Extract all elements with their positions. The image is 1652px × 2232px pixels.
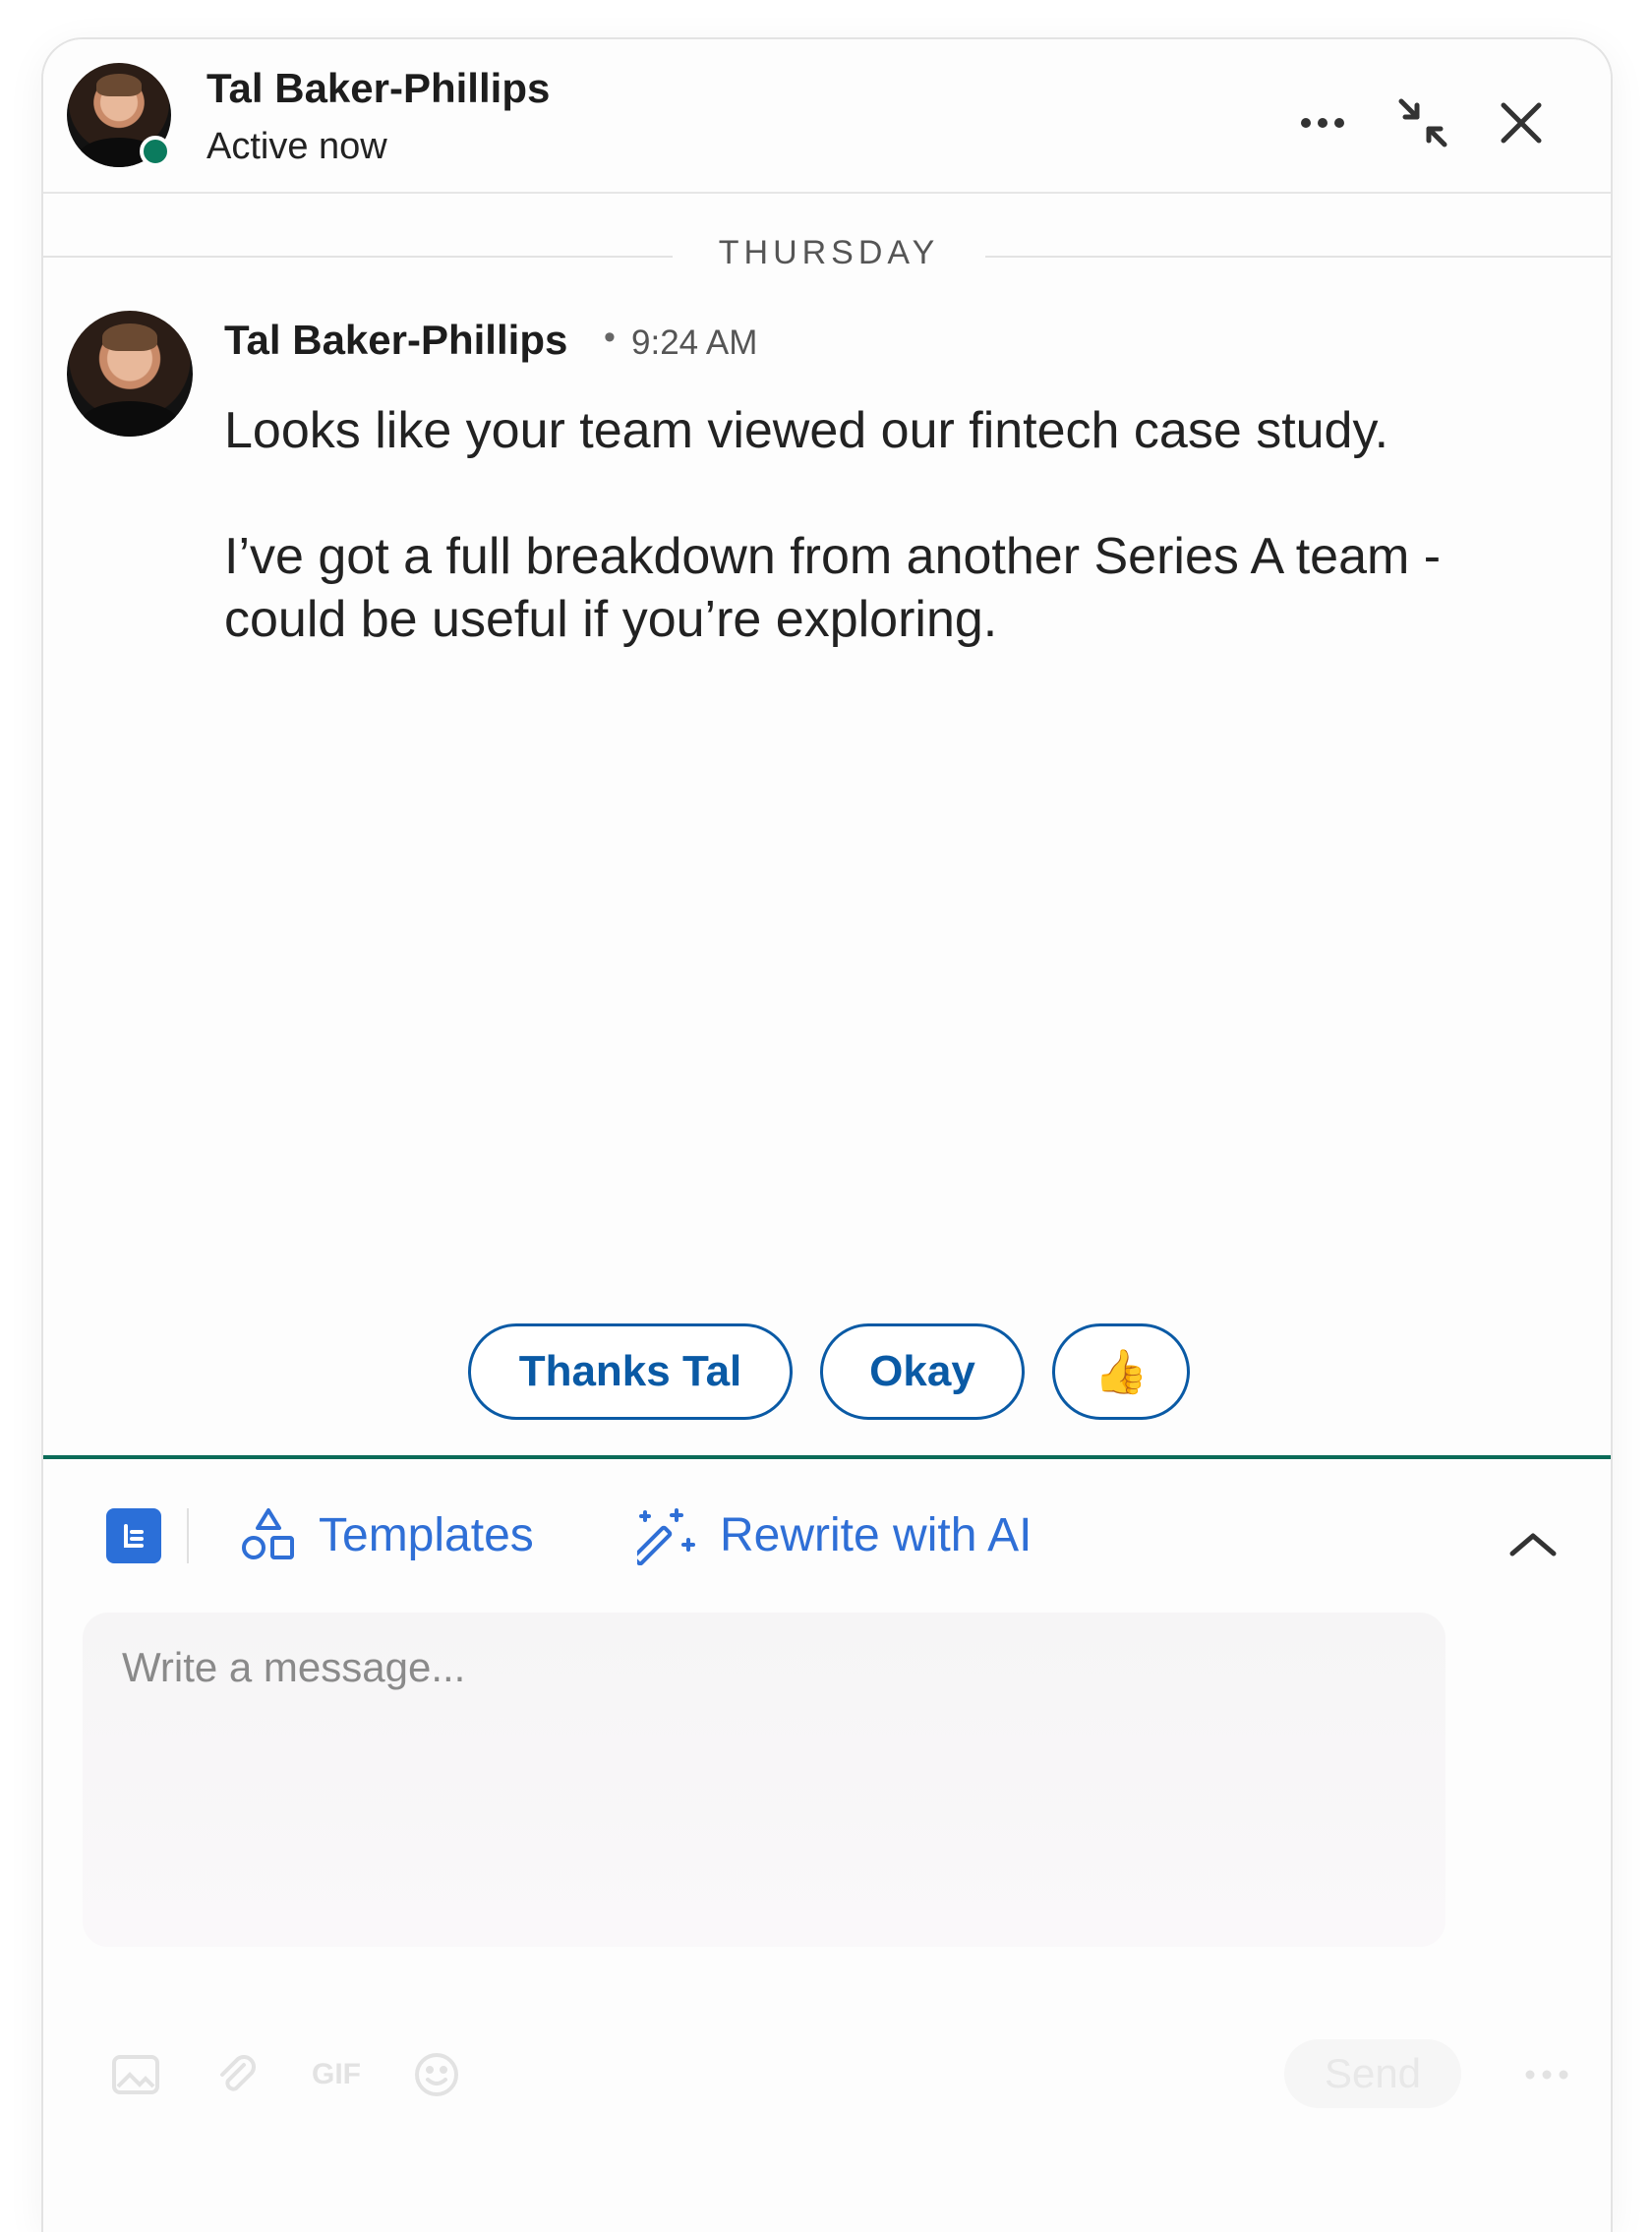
send-button[interactable]: Send (1284, 2039, 1461, 2108)
close-icon (1501, 102, 1542, 144)
message-input[interactable] (83, 1613, 1446, 1947)
shapes-icon (242, 1508, 294, 1559)
text-format-icon (124, 1524, 144, 1548)
message-paragraph: I’ve got a full breakdown from another S… (224, 528, 1442, 648)
conversation-header: Tal Baker-Phillips Active now (43, 39, 1611, 194)
paperclip-icon (220, 2055, 256, 2091)
contact-name[interactable]: Tal Baker-Phillips (206, 65, 550, 112)
toolbar-divider (187, 1508, 189, 1563)
magic-wand-icon (637, 1508, 695, 1565)
rewrite-label: Rewrite with AI (720, 1508, 1032, 1561)
more-icon (1525, 2070, 1568, 2080)
sender-avatar[interactable] (67, 311, 193, 437)
attach-image-button[interactable] (106, 2045, 165, 2104)
minimize-button[interactable] (1388, 88, 1457, 157)
emoji-icon (415, 2053, 458, 2096)
more-icon (1301, 118, 1344, 128)
contact-status: Active now (206, 126, 387, 167)
image-icon (112, 2055, 159, 2094)
date-label: THURSDAY (718, 234, 940, 271)
rewrite-with-ai-button[interactable]: Rewrite with AI (637, 1500, 1032, 1569)
meta-separator: • (604, 319, 616, 356)
close-button[interactable] (1487, 88, 1556, 157)
chevron-up-icon (1509, 1533, 1557, 1557)
date-divider: THURSDAY (43, 234, 1611, 293)
templates-button[interactable]: Templates (240, 1500, 534, 1569)
attach-file-button[interactable] (206, 2045, 266, 2104)
sender-name[interactable]: Tal Baker-Phillips (224, 317, 567, 364)
quick-reply-okay[interactable]: Okay (820, 1323, 1025, 1420)
formatting-button[interactable] (106, 1508, 161, 1563)
message-timestamp: 9:24 AM (631, 323, 758, 362)
gif-label: GIF (312, 2058, 361, 2090)
message-paragraph: Looks like your team viewed our fintech … (224, 402, 1389, 459)
emoji-button[interactable] (407, 2045, 466, 2104)
online-status-dot (140, 136, 171, 167)
quick-reply-thanks[interactable]: Thanks Tal (468, 1323, 793, 1420)
minimize-icon (1398, 98, 1447, 147)
gif-button[interactable]: GIF (307, 2045, 366, 2104)
composer-divider (43, 1455, 1611, 1459)
quick-replies: Thanks Tal Okay 👍 (43, 1323, 1611, 1426)
more-options-button[interactable] (1288, 88, 1357, 157)
templates-label: Templates (319, 1508, 534, 1561)
message-body: Looks like your team viewed our fintech … (224, 399, 1503, 714)
collapse-toolbar-button[interactable] (1499, 1514, 1567, 1573)
composer-more-button[interactable] (1512, 2045, 1581, 2104)
messaging-window: Tal Baker-Phillips Active now THURSDAY T… (41, 37, 1613, 2232)
quick-reply-thumbs-up[interactable]: 👍 (1052, 1323, 1190, 1420)
